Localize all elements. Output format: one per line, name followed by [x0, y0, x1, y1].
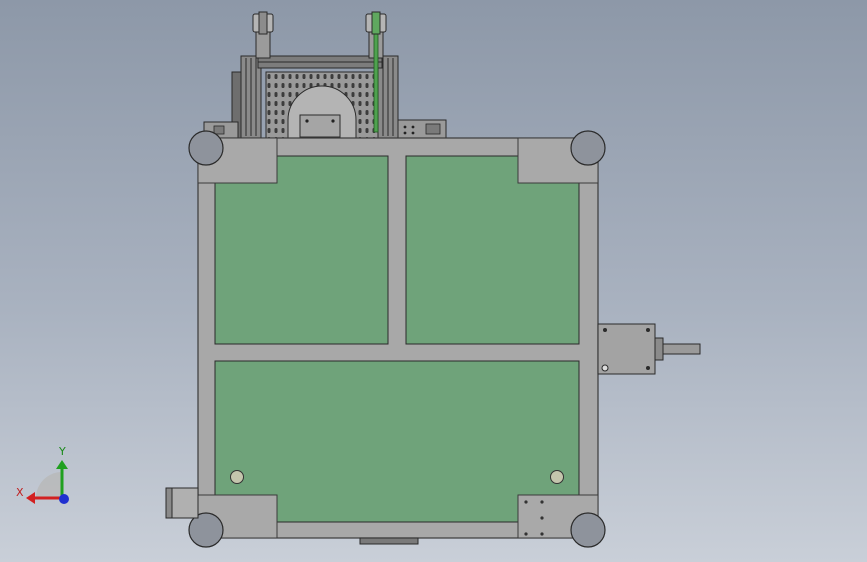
z-axis-dot [59, 494, 69, 504]
triad-plane [36, 472, 62, 498]
axis-triad: Y X [16, 445, 69, 504]
top-mechanism [203, 11, 447, 139]
bottom-tab [359, 537, 419, 545]
side-motor [597, 323, 701, 375]
center-bracket [299, 114, 341, 138]
caster-bottom-right [570, 512, 606, 548]
left-connector [165, 487, 199, 519]
panel-top-left [214, 155, 389, 345]
motor-shaft [662, 343, 701, 355]
bolt-left [230, 470, 244, 484]
x-axis-arrow [26, 492, 35, 504]
right-pulley [365, 11, 387, 35]
y-axis-label: Y [58, 445, 66, 458]
panel-top-right [405, 155, 580, 345]
x-axis-label: X [16, 486, 24, 499]
bolt-right [550, 470, 564, 484]
green-belt [373, 23, 379, 133]
caster-top-right [570, 130, 606, 166]
y-axis-arrow [56, 460, 68, 469]
motor-body [654, 337, 664, 361]
caster-top-left [188, 130, 224, 166]
cad-viewport[interactable]: Y X [0, 0, 867, 562]
main-frame [197, 137, 599, 545]
left-pulley [252, 11, 274, 35]
